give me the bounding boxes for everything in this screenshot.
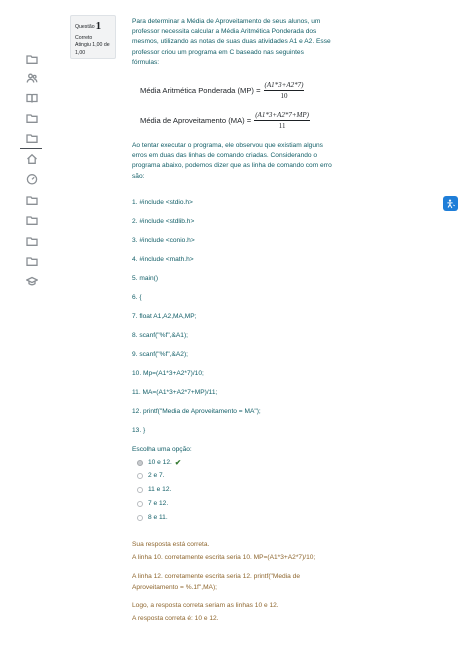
feedback-line2b: Aproveitamento = %.1f",MA); [132, 584, 217, 591]
formula-ma-name: Média de Aproveitamento (MA) = [140, 116, 252, 125]
course-sidebar [0, 0, 50, 669]
formula-ma-fraction: (A1*3+A2*7+MP) 11 [254, 111, 310, 130]
question-intro: Para determinar a Média de Aproveitament… [132, 17, 332, 68]
option-e[interactable]: 8 e 11. [137, 514, 168, 521]
question-grade-line2: 1,00 [75, 50, 86, 56]
code-line: 9. scanf("%f",&A2); [132, 351, 188, 358]
feedback-line2a: A linha 12. corretamente escrita seria 1… [132, 573, 301, 580]
question-info-box: Questão1 Correto Atingiu 1,00 de 1,00 [70, 15, 116, 59]
feedback-conclusion: Logo, a resposta correta seriam as linha… [132, 602, 279, 609]
code-line: 6. { [132, 294, 142, 301]
check-icon: ✔ [174, 458, 182, 467]
code-line: 13. } [132, 427, 146, 434]
option-c-text: 11 e 12. [148, 486, 172, 493]
option-d-text: 7 e 12. [148, 500, 169, 507]
folder-icon[interactable] [25, 131, 39, 145]
question-number: 1 [95, 20, 102, 32]
folder-icon[interactable] [25, 111, 39, 125]
code-line: 12. printf("Media de Aproveitamento = MA… [132, 408, 261, 415]
option-e-text: 8 e 11. [148, 514, 168, 521]
code-line: 8. scanf("%f",&A1); [132, 332, 188, 339]
sidebar-divider [20, 148, 42, 149]
code-line: 5. main() [132, 275, 159, 282]
option-a-text: 10 e 12. [148, 459, 172, 466]
graduation-cap-icon[interactable] [25, 274, 39, 288]
accessibility-icon [446, 199, 455, 208]
gauge-icon[interactable] [25, 172, 39, 186]
option-a[interactable]: 10 e 12. ✔ [137, 458, 181, 467]
formula-mp-numerator: (A1*3+A2*7) [263, 81, 305, 91]
code-line: 11. MA=(A1*3+A2*7+MP)/11; [132, 389, 218, 396]
radio-option-d[interactable] [137, 500, 143, 507]
formula-mp: Média Aritmética Ponderada (MP) = (A1*3+… [140, 81, 305, 100]
feedback-answer: A resposta correta é: 10 e 12. [132, 615, 219, 622]
users-icon[interactable] [25, 71, 39, 85]
folder-icon[interactable] [25, 193, 39, 207]
option-b[interactable]: 2 e 7. [137, 472, 165, 479]
code-line: 4. #include <math.h> [132, 256, 194, 263]
book-icon[interactable] [25, 91, 39, 105]
feedback-correct: Sua resposta está correta. [132, 541, 210, 548]
radio-option-b[interactable] [137, 472, 143, 479]
formula-mp-name: Média Aritmética Ponderada (MP) = [140, 86, 261, 95]
option-d[interactable]: 7 e 12. [137, 500, 168, 507]
code-line: 7. float A1,A2,MA,MP; [132, 313, 197, 320]
formula-mp-fraction: (A1*3+A2*7) 10 [263, 81, 305, 100]
question-label: Questão [75, 24, 95, 30]
choices-label: Escolha uma opção: [132, 446, 192, 453]
radio-option-c[interactable] [137, 486, 143, 493]
folder-icon[interactable] [25, 234, 39, 248]
option-c[interactable]: 11 e 12. [137, 486, 171, 493]
code-line: 3. #include <conio.h> [132, 237, 195, 244]
feedback-line1: A linha 10. corretamente escrita seria 1… [132, 554, 316, 561]
folder-icon[interactable] [25, 52, 39, 66]
problem-statement: Ao tentar executar o programa, ele obser… [132, 141, 332, 182]
radio-option-a[interactable] [137, 459, 143, 466]
question-status: Correto [75, 34, 93, 41]
code-line: 1. #include <stdio.h> [132, 199, 193, 206]
question-grade-line1: Atingiu 1,00 de [75, 42, 110, 49]
folder-icon[interactable] [25, 254, 39, 268]
formula-mp-denominator: 10 [280, 92, 288, 100]
radio-option-e[interactable] [137, 514, 143, 521]
question-number-line: Questão1 [75, 19, 111, 35]
intro-text: Para determinar a Média de Aproveitament… [132, 18, 331, 66]
home-icon[interactable] [25, 152, 39, 166]
code-line: 2. #include <stdlib.h> [132, 218, 195, 225]
option-b-text: 2 e 7. [148, 472, 165, 479]
problem-text: Ao tentar executar o programa, ele obser… [132, 142, 332, 180]
formula-ma-numerator: (A1*3+A2*7+MP) [254, 111, 310, 121]
formula-ma-denominator: 11 [278, 122, 286, 130]
code-line: 10. Mp=(A1*3+A2*7)/10; [132, 370, 204, 377]
accessibility-button[interactable] [443, 196, 458, 211]
formula-ma: Média de Aproveitamento (MA) = (A1*3+A2*… [140, 111, 310, 130]
folder-icon[interactable] [25, 213, 39, 227]
